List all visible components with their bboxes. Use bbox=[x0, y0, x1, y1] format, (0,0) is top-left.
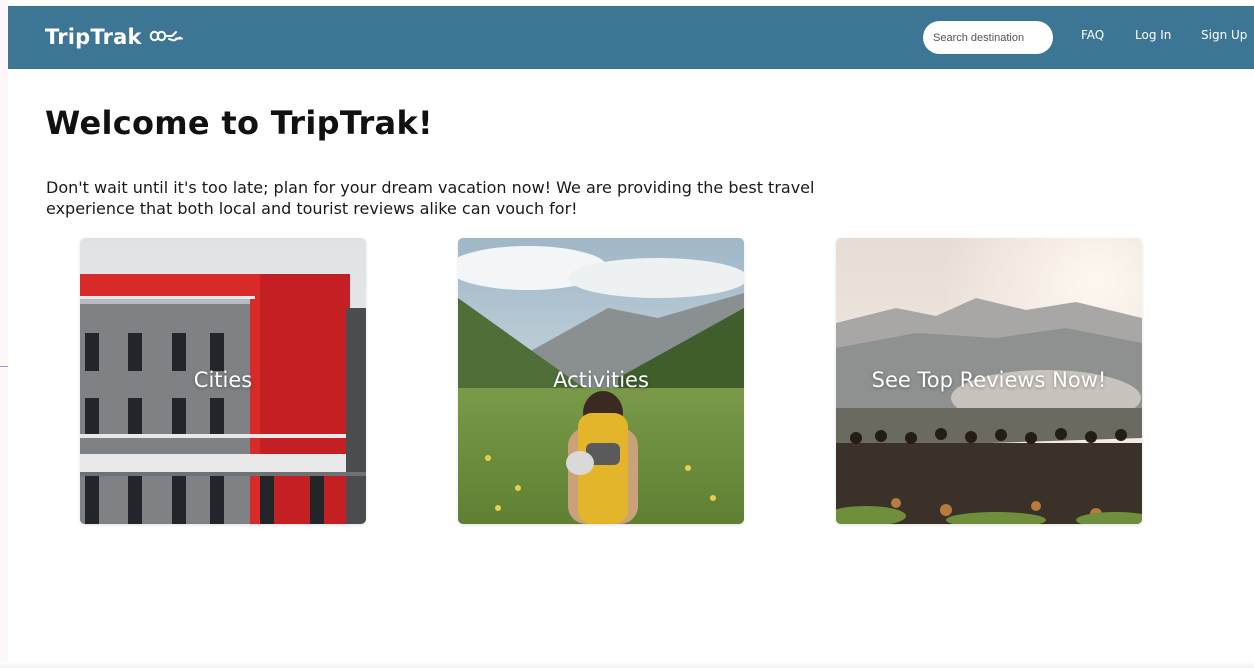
login-link[interactable]: Log In bbox=[1135, 28, 1171, 42]
page: TripTrak FAQ Log In Sign Up Welcome to T… bbox=[0, 0, 1254, 668]
activities-card[interactable]: Activities bbox=[458, 238, 744, 524]
cities-card[interactable]: Cities bbox=[80, 238, 366, 524]
glasses-pointing-hand-logo-icon bbox=[149, 30, 183, 42]
brand-logo[interactable]: TripTrak bbox=[45, 23, 183, 51]
left-edge bbox=[0, 0, 8, 668]
intro-text: Don't wait until it's too late; plan for… bbox=[46, 178, 815, 218]
edge-marker bbox=[0, 366, 8, 367]
faq-link[interactable]: FAQ bbox=[1081, 28, 1104, 42]
cities-label: Cities bbox=[193, 368, 253, 392]
reviews-label: See Top Reviews Now! bbox=[871, 368, 1107, 392]
page-title: Welcome to TripTrak! bbox=[45, 104, 433, 142]
navbar: TripTrak FAQ Log In Sign Up bbox=[8, 6, 1254, 69]
brand-name: TripTrak bbox=[45, 25, 142, 49]
search-input[interactable] bbox=[923, 21, 1053, 54]
activities-label: Activities bbox=[553, 368, 649, 392]
signup-link[interactable]: Sign Up bbox=[1201, 28, 1247, 42]
bottom-edge bbox=[0, 662, 1254, 668]
reviews-card[interactable]: See Top Reviews Now! bbox=[836, 238, 1142, 524]
